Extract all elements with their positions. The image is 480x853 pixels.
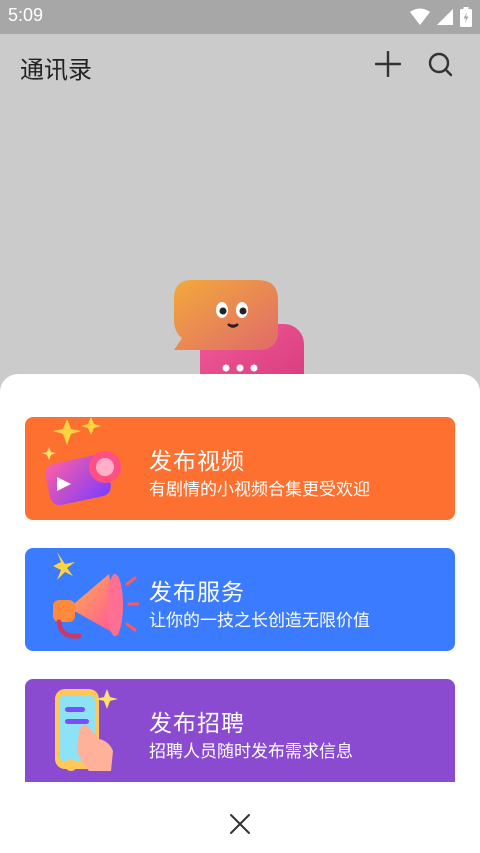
card-subtitle: 有剧情的小视频合集更受欢迎 bbox=[149, 480, 370, 500]
phone-hand-icon bbox=[55, 689, 118, 771]
search-button[interactable] bbox=[424, 48, 456, 80]
add-button[interactable] bbox=[372, 48, 404, 80]
page-title: 通讯录 bbox=[20, 56, 92, 84]
mascot-illustration bbox=[174, 280, 304, 380]
signal-icon bbox=[437, 9, 453, 25]
status-time: 5:09 bbox=[8, 5, 44, 25]
publish-sheet: 发布视频 有剧情的小视频合集更受欢迎 发布服务 让你的一技之长创造无限价值 发布… bbox=[0, 374, 480, 853]
megaphone-icon bbox=[53, 552, 139, 639]
card-subtitle: 招聘人员随时发布需求信息 bbox=[149, 742, 353, 762]
camera-star-icon bbox=[42, 417, 121, 506]
publish-service-card[interactable]: 发布服务 让你的一技之长创造无限价值 bbox=[25, 548, 455, 651]
card-subtitle: 让你的一技之长创造无限价值 bbox=[149, 611, 370, 631]
app-header: 通讯录 bbox=[0, 34, 480, 96]
close-button[interactable] bbox=[222, 806, 258, 842]
status-icons bbox=[410, 7, 472, 27]
card-title: 发布视频 bbox=[149, 449, 245, 475]
wifi-icon bbox=[410, 8, 430, 25]
card-title: 发布服务 bbox=[149, 580, 245, 606]
publish-recruit-card[interactable]: 发布招聘 招聘人员随时发布需求信息 bbox=[25, 679, 455, 782]
card-title: 发布招聘 bbox=[149, 711, 245, 737]
status-bar: 5:09 bbox=[0, 0, 480, 34]
search-icon bbox=[428, 52, 453, 77]
close-icon bbox=[230, 814, 250, 834]
plus-icon bbox=[375, 51, 401, 77]
battery-charging-icon bbox=[460, 7, 472, 27]
publish-video-card[interactable]: 发布视频 有剧情的小视频合集更受欢迎 bbox=[25, 417, 455, 520]
